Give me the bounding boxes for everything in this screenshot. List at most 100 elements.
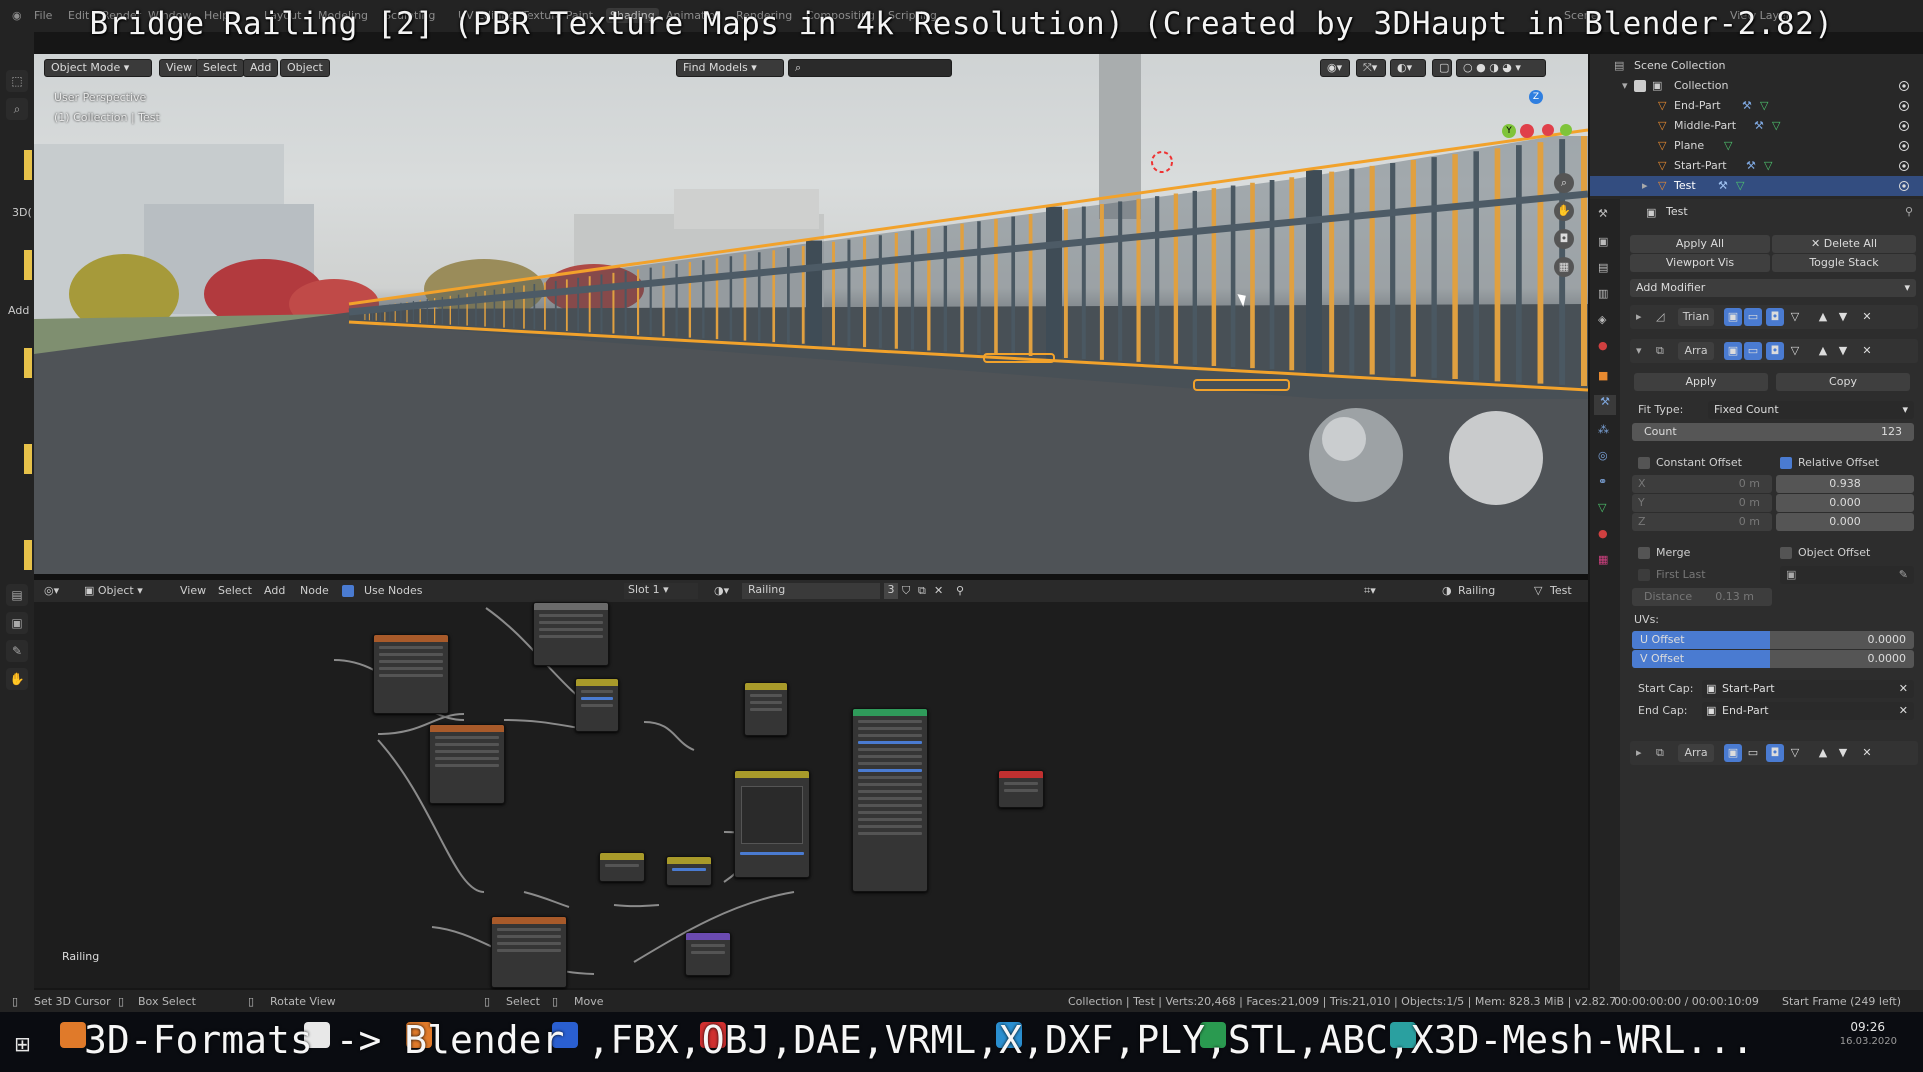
snap-icon[interactable]: ⌗▾ — [1364, 584, 1376, 598]
start-cap-field[interactable]: ▣ Start-Part ✕ — [1702, 680, 1914, 698]
taskbar-app-icon[interactable] — [60, 1022, 86, 1048]
object-tab-icon[interactable]: ■ — [1598, 369, 1608, 382]
hand-pan-icon[interactable]: ✋ — [6, 668, 28, 690]
texture-tab-icon[interactable]: ▦ — [1598, 553, 1608, 566]
modifier-name-field[interactable]: Arra — [1678, 744, 1714, 762]
view-layer-tab-icon[interactable]: ▥ — [1598, 287, 1608, 300]
move-up-icon[interactable]: ▲ — [1814, 308, 1832, 326]
material-preview-icon[interactable]: ◑ — [1442, 584, 1452, 597]
collection-checkbox[interactable] — [1634, 80, 1646, 92]
expand-arrow-icon[interactable]: ▾ — [1622, 76, 1628, 96]
editmode-toggle-icon[interactable]: ▣ — [1724, 308, 1742, 326]
viewport-search-field[interactable]: ⌕ — [788, 59, 952, 77]
gizmo-axis-y-positive[interactable] — [1560, 124, 1572, 136]
gizmo-axis-x[interactable] — [1520, 124, 1534, 138]
end-cap-field[interactable]: ▣ End-Part ✕ — [1702, 702, 1914, 720]
cage-icon[interactable]: ▽ — [1786, 744, 1804, 762]
3d-viewport[interactable] — [34, 54, 1588, 574]
modifier-array-header[interactable]: ▾ ⧉ Arra ▣ ▭ ◘ ▽ ▲ ▼ ✕ — [1630, 339, 1918, 363]
modifier-array-2-header[interactable]: ▸ ⧉ Arra ▣ ▭ ◘ ▽ ▲ ▼ ✕ — [1630, 741, 1918, 765]
move-up-icon[interactable]: ▲ — [1814, 342, 1832, 360]
world-tab-icon[interactable]: ● — [1598, 339, 1608, 352]
render-tab-icon[interactable]: ▣ — [1598, 235, 1608, 248]
node-menu-select[interactable]: Select — [218, 584, 252, 597]
material-users-count[interactable]: 3 — [884, 583, 898, 599]
viewport-toggle-icon[interactable]: ▭ — [1744, 308, 1762, 326]
overlays-icon[interactable]: ◐▾ — [1390, 59, 1426, 77]
paint-icon[interactable]: ✎ — [6, 640, 28, 662]
add-modifier-dropdown[interactable]: Add Modifier ▾ — [1630, 279, 1916, 297]
principled-bsdf-node[interactable] — [852, 708, 928, 892]
constraints-tab-icon[interactable]: ⚭ — [1598, 475, 1607, 488]
image-texture-node[interactable] — [429, 724, 505, 804]
offset-object-field[interactable]: ▣ ✎ — [1780, 566, 1914, 584]
apply-all-button[interactable]: Apply All — [1630, 235, 1770, 253]
3d-cursor[interactable] — [1151, 151, 1173, 173]
output-tab-icon[interactable]: ▤ — [1598, 261, 1608, 274]
pin-icon[interactable]: ⚲ — [956, 584, 964, 597]
modifier-triangulate-header[interactable]: ▸ ◿ Trian ▣ ▭ ◘ ▽ ▲ ▼ ✕ — [1630, 305, 1918, 329]
rgb-curves-node[interactable] — [734, 770, 810, 878]
duplicate-material-icon[interactable]: ⧉ — [918, 584, 926, 598]
slot-dropdown[interactable]: Slot 1 ▾ — [624, 583, 698, 599]
remove-modifier-icon[interactable]: ✕ — [1858, 342, 1876, 360]
relative-offset-checkbox[interactable] — [1780, 457, 1792, 469]
cage-icon[interactable]: ▽ — [1786, 342, 1804, 360]
outliner-scene-collection[interactable]: ▤ Scene Collection — [1590, 56, 1923, 76]
move-down-icon[interactable]: ▼ — [1834, 744, 1852, 762]
node-menu-view[interactable]: View — [180, 584, 206, 597]
fit-type-dropdown[interactable]: Fixed Count ▾ — [1708, 401, 1914, 419]
windows-start-icon[interactable]: ⊞ — [14, 1032, 31, 1056]
visibility-icon[interactable]: ◉▾ — [1320, 59, 1350, 77]
find-models-dropdown[interactable]: Find Models ▾ — [676, 59, 784, 77]
tool-tab-icon[interactable]: ⚒ — [1598, 207, 1608, 220]
scene-tab-icon[interactable]: ◈ — [1598, 313, 1606, 326]
render-toggle-icon[interactable]: ◘ — [1766, 744, 1784, 762]
shading-modes-icon[interactable]: ○ ● ◑ ◕ ▾ — [1456, 59, 1546, 77]
visibility-eye-icon[interactable] — [1899, 141, 1909, 151]
cage-icon[interactable]: ▽ — [1786, 308, 1804, 326]
menu-add[interactable]: Add — [243, 59, 279, 77]
constant-offset-checkbox[interactable] — [1638, 457, 1650, 469]
visibility-eye-icon[interactable] — [1899, 101, 1909, 111]
image-icon[interactable]: ▣ — [6, 612, 28, 634]
visibility-eye-icon[interactable] — [1899, 81, 1909, 91]
viewport-toggle-icon[interactable]: ▭ — [1744, 342, 1762, 360]
remove-modifier-icon[interactable]: ✕ — [1858, 308, 1876, 326]
modifier-name-field[interactable]: Arra — [1678, 342, 1714, 360]
material-sphere-icon[interactable]: ◑▾ — [714, 584, 729, 597]
editor-type-icon[interactable]: ◎▾ — [44, 584, 59, 597]
image-texture-node[interactable] — [373, 634, 449, 714]
relative-x-field[interactable]: 0.938 — [1776, 475, 1914, 493]
pin-icon[interactable]: ⚲ — [1905, 205, 1913, 218]
zoom-icon[interactable]: ⌕ — [1554, 173, 1574, 193]
editor-type-icon[interactable]: ▤ — [6, 584, 28, 606]
menu-view[interactable]: View — [159, 59, 200, 77]
editmode-toggle-icon[interactable]: ▣ — [1724, 744, 1742, 762]
material-name-field[interactable]: Railing — [742, 583, 880, 599]
object-offset-checkbox[interactable] — [1780, 547, 1792, 559]
mix-node[interactable] — [744, 682, 788, 736]
v-offset-field[interactable]: V Offset 0.0000 — [1632, 650, 1914, 668]
delete-all-button[interactable]: ✕ Delete All — [1772, 235, 1916, 253]
gizmo-axis-z[interactable]: Z — [1529, 90, 1543, 104]
unlink-material-icon[interactable]: ✕ — [934, 584, 943, 597]
expand-arrow-icon[interactable]: ▸ — [1636, 310, 1642, 323]
mode-dropdown[interactable]: Object Mode ▾ — [44, 59, 152, 77]
modifier-name-field[interactable]: Trian — [1678, 308, 1714, 326]
data-tab-icon[interactable]: ▽ — [1598, 501, 1606, 514]
camera-icon[interactable]: ◘ — [1554, 229, 1574, 249]
relative-y-field[interactable]: 0.000 — [1776, 494, 1914, 512]
node-menu-node[interactable]: Node — [300, 584, 329, 597]
gizmo-axis-y[interactable]: Y — [1502, 124, 1516, 138]
node-menu-add[interactable]: Add — [264, 584, 285, 597]
object-type-dropdown[interactable]: ▣ Object ▾ — [84, 584, 143, 597]
outliner-item-plane[interactable]: ▽ Plane ▽ — [1590, 136, 1923, 156]
move-down-icon[interactable]: ▼ — [1834, 342, 1852, 360]
normal-map-node[interactable] — [685, 932, 731, 976]
menu-select[interactable]: Select — [196, 59, 244, 77]
visibility-eye-icon[interactable] — [1899, 121, 1909, 131]
visibility-eye-icon[interactable] — [1899, 181, 1909, 191]
grid-icon[interactable]: ▦ — [1554, 257, 1574, 277]
use-nodes-checkbox[interactable] — [342, 585, 354, 597]
